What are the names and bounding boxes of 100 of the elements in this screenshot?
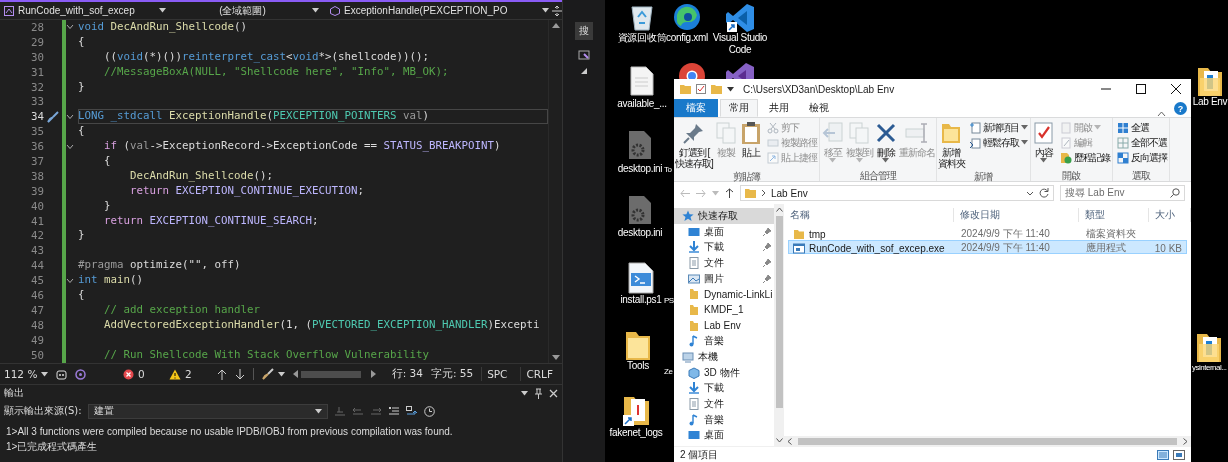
desktop-icon-label[interactable]: Ze [664,366,673,378]
scroll-down-icon[interactable] [551,355,560,360]
close-icon[interactable] [549,388,558,398]
next-message-icon[interactable] [369,406,382,416]
column-header[interactable]: 類型 [1079,208,1149,222]
checkbox-icon[interactable] [696,84,706,94]
brush-icon[interactable] [47,110,59,123]
brush-icon[interactable] [262,368,275,380]
nav-item[interactable]: 桌面 [674,223,774,240]
help-button[interactable]: ? [1174,102,1187,115]
nav-item[interactable]: 音樂 [674,333,774,350]
caret-icon[interactable] [41,371,49,377]
caret-icon[interactable] [278,371,286,377]
caret-icon[interactable] [521,390,528,396]
desktop-icon-label[interactable]: PS [664,295,674,307]
up-arrow-icon[interactable] [217,368,228,380]
desktop-icon-label[interactable]: Tools [627,360,649,372]
nav-item[interactable]: 3D 物件 [674,364,774,381]
ribbon-button[interactable]: 貼上 [738,120,763,170]
scroll-left-icon[interactable] [293,370,299,378]
scroll-up-icon[interactable] [551,23,560,28]
ribbon-button[interactable]: 內容 [1031,120,1056,169]
clear-all-icon[interactable] [387,406,400,416]
column-header[interactable]: 修改日期 [954,208,1079,222]
desktop-icon-label[interactable]: available_... [617,98,667,110]
ribbon-button[interactable]: 釘選到 [ 快速存取] [675,120,713,170]
details-view-icon[interactable] [1157,449,1169,460]
fold-chevron-icon[interactable] [66,277,74,284]
zoom-level[interactable]: 112 % [4,368,38,380]
column-indicator[interactable]: 字元: 55 [430,367,474,381]
large-icons-view-icon[interactable] [1173,449,1185,460]
ribbon-button[interactable]: 輕鬆存取 [967,136,1029,149]
address-bar[interactable]: Lab Env [740,185,1054,201]
warning-icon[interactable] [168,368,181,380]
desktop-icon-label[interactable]: To [664,164,672,176]
nav-item[interactable]: Lab Env [674,317,774,334]
ribbon-button[interactable]: 新增項目 [967,121,1029,134]
horizontal-scrollbar[interactable] [293,369,376,379]
split-icon[interactable] [552,5,562,16]
fold-chevron-icon[interactable] [66,113,74,120]
ribbon-tab[interactable]: 檔案 [674,99,718,117]
desktop-icon-label[interactable]: desktop.ini [617,163,663,175]
horizontal-scrollbar[interactable] [784,436,1191,446]
line-indicator[interactable]: 行: 34 [391,367,423,381]
line-ending-indicator[interactable]: CRLF [520,367,558,381]
scroll-down-icon[interactable] [775,438,783,443]
caret-icon[interactable] [314,408,322,414]
nav-item[interactable]: 文件 [674,396,774,412]
up-icon[interactable] [725,188,734,198]
nav-item[interactable]: 下載 [674,239,774,256]
ribbon-button[interactable]: 全選 [1115,121,1168,134]
nav-item[interactable]: 本機 [674,349,774,365]
ribbon-button[interactable]: 反向選擇 [1115,151,1168,164]
desktop-icon-label[interactable]: config.xml [666,32,708,44]
desktop-icon-label[interactable]: ysinternal... [1192,362,1227,374]
caret-icon[interactable] [312,8,319,13]
nav-item[interactable]: 快速存取 [674,208,774,224]
nav-item[interactable]: KMDF_1 [674,302,774,318]
desktop-icon-label[interactable]: Visual Studio Code [709,32,771,56]
caret-icon[interactable] [727,86,734,92]
scroll-up-icon[interactable] [775,207,783,212]
side-tab[interactable]: 搜 [575,22,593,40]
desktop-icon-label[interactable]: fakenet_logs [609,427,663,439]
ribbon-button[interactable]: 歷程記錄 [1058,151,1111,164]
prev-message-icon[interactable] [351,406,364,416]
ribbon-tab[interactable]: 檢視 [800,99,838,117]
collapse-icon[interactable] [1157,111,1166,117]
vertical-scrollbar[interactable] [548,20,562,363]
desktop-icon-label[interactable]: 資源回收筒 [617,32,667,44]
indent-indicator[interactable]: SPC [481,367,513,381]
fold-chevron-icon[interactable] [66,143,74,150]
ribbon-button[interactable]: 刪除 [873,120,898,169]
warning-count[interactable]: 2 [184,368,192,380]
spiral-icon[interactable] [75,368,87,380]
scroll-right-icon[interactable] [1183,437,1188,445]
file-row[interactable]: RunCode_with_sof_excep.exe 2024/9/9 下午 11:40 應用程式 10 KB [788,240,1187,254]
caret-icon[interactable] [542,8,549,13]
ribbon-button[interactable]: 全部不選 [1115,136,1168,149]
ribbon-tab[interactable]: 共用 [760,99,798,117]
nav-item[interactable]: Dynamic-LinkLi [674,286,774,303]
chevron-down-icon[interactable] [1026,190,1034,196]
scroll-left-icon[interactable] [787,437,792,445]
file-row[interactable]: tmp 2024/9/9 下午 11:40 檔案資料夾 [788,226,1187,240]
output-source-dropdown[interactable]: 建置 [87,403,328,419]
column-header[interactable]: 名稱 [784,208,954,222]
nav-item[interactable]: 圖片 [674,270,774,287]
caret-icon[interactable] [159,8,166,13]
nav-item[interactable]: 下載 [674,380,774,397]
nav-item[interactable]: 音樂 [674,411,774,428]
down-arrow-icon[interactable] [235,368,246,380]
fold-chevron-icon[interactable] [66,24,74,31]
toolbox-icon[interactable] [578,48,590,60]
scroll-right-icon[interactable] [370,370,376,378]
word-wrap-icon[interactable] [405,405,418,417]
desktop-icon-label[interactable]: install.ps1 [620,294,662,306]
error-count[interactable]: 0 [137,368,145,380]
refresh-icon[interactable] [1039,188,1049,198]
robot-icon[interactable] [56,368,68,380]
vertical-scrollbar[interactable] [774,204,784,446]
nav-item[interactable]: 文件 [674,255,774,271]
